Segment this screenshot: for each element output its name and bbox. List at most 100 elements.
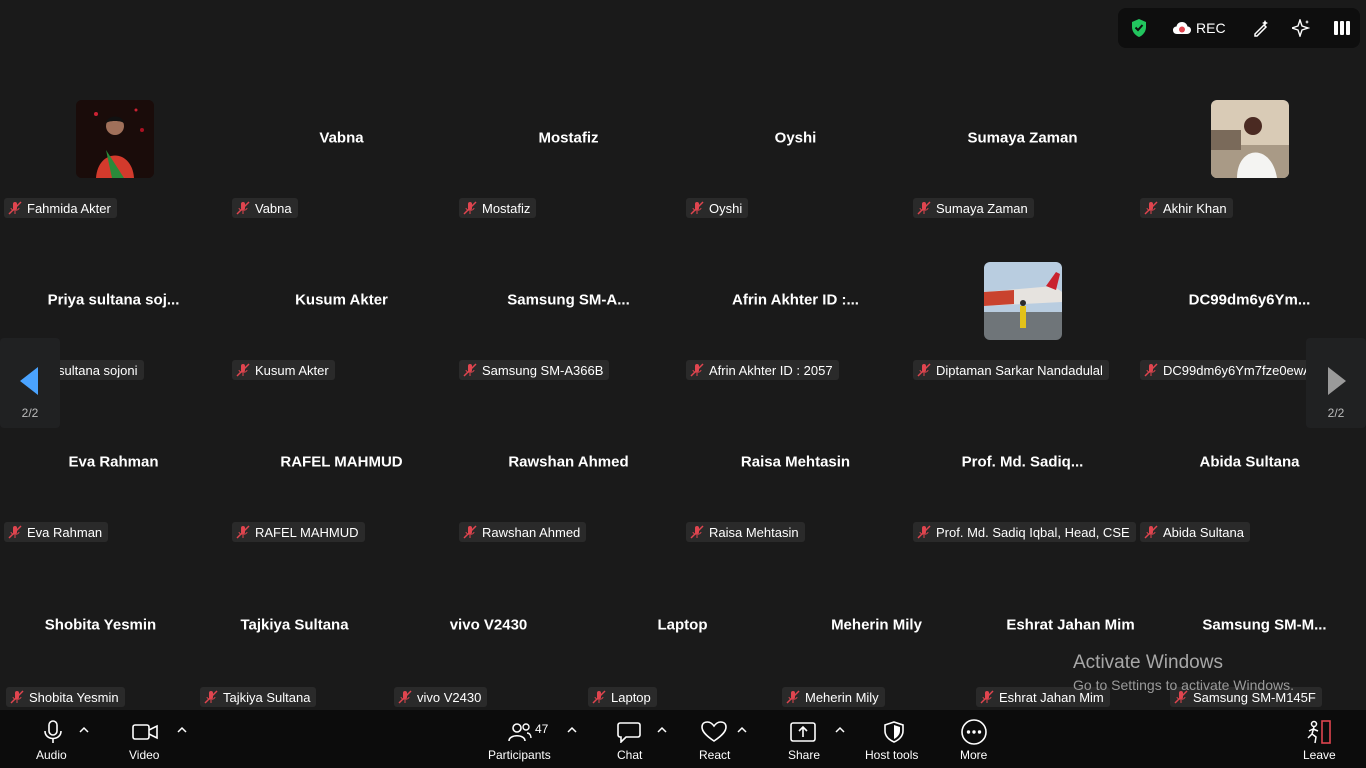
share-label: Share xyxy=(788,748,821,762)
participant-photo xyxy=(76,100,154,178)
camera-icon xyxy=(132,724,158,740)
participant-tile[interactable]: Sumaya Zaman Sumaya Zaman xyxy=(909,90,1136,220)
participant-name-label: Sumaya Zaman xyxy=(913,198,1034,218)
muted-mic-icon xyxy=(463,525,477,539)
participant-tile[interactable]: Kusum Akter Kusum Akter xyxy=(228,252,455,382)
participant-tile[interactable]: Meherin Mily Meherin Mily xyxy=(780,577,973,709)
previous-page-button[interactable]: 2/2 xyxy=(0,338,60,428)
participant-tile[interactable]: vivo V2430 vivo V2430 xyxy=(392,577,585,709)
page-indicator: 2/2 xyxy=(1327,406,1345,420)
ai-companion-icon[interactable] xyxy=(1292,8,1310,48)
participant-name-label: Abida Sultana xyxy=(1140,522,1250,542)
participant-tile[interactable]: Diptaman Sarkar Nandadulal xyxy=(909,252,1136,382)
more-label: More xyxy=(960,748,988,762)
participant-tile[interactable]: Akhir Khan xyxy=(1136,90,1363,220)
chat-options-chevron-icon[interactable] xyxy=(657,726,667,734)
participant-name-label: vivo V2430 xyxy=(394,687,488,707)
share-options-chevron-icon[interactable] xyxy=(835,726,845,734)
participant-name-label: Fahmida Akter xyxy=(4,198,117,218)
participant-display-name: Samsung SM-M... xyxy=(1202,616,1327,634)
participant-display-name: Priya sultana soj... xyxy=(47,291,180,309)
meeting-toolbar: Audio Video 47 Participants Chat React S… xyxy=(0,710,1366,768)
video-button[interactable]: Video xyxy=(125,710,175,768)
muted-mic-icon xyxy=(236,525,250,539)
participant-tile[interactable]: Prof. Md. Sadiq... Prof. Md. Sadiq Iqbal… xyxy=(909,414,1136,544)
participants-label: Participants xyxy=(488,748,551,762)
muted-mic-icon xyxy=(980,690,994,704)
right-arrow-icon xyxy=(1328,367,1346,395)
participant-display-name: Prof. Md. Sadiq... xyxy=(961,453,1084,471)
participant-tile[interactable]: Mostafiz Mostafiz xyxy=(455,90,682,220)
cloud-record-icon xyxy=(1173,22,1191,34)
participant-photo xyxy=(984,262,1062,340)
participant-display-name: Raisa Mehtasin xyxy=(740,453,851,471)
chat-button[interactable]: Chat xyxy=(610,710,650,768)
microphone-icon xyxy=(44,720,62,743)
next-page-button[interactable]: 2/2 xyxy=(1306,338,1366,428)
participant-tile[interactable]: Fahmida Akter xyxy=(0,90,227,220)
participant-tile[interactable]: RAFEL MAHMUD RAFEL MAHMUD xyxy=(228,414,455,544)
participant-name-label: Vabna xyxy=(232,198,298,218)
participant-name-label: Rawshan Ahmed xyxy=(459,522,587,542)
share-button[interactable]: Share xyxy=(785,710,825,768)
chat-bubble-icon xyxy=(617,722,641,743)
participants-button[interactable]: 47 Participants xyxy=(486,710,556,768)
left-arrow-icon xyxy=(20,367,38,395)
participant-tile[interactable]: Afrin Akhter ID :... Afrin Akhter ID : 2… xyxy=(682,252,909,382)
chat-label: Chat xyxy=(617,748,643,762)
participant-display-name: Laptop xyxy=(657,616,708,634)
leave-door-icon xyxy=(1307,720,1331,744)
record-button[interactable]: REC xyxy=(1172,8,1226,48)
react-label: React xyxy=(699,748,731,762)
participant-tile[interactable]: Tajkiya Sultana Tajkiya Sultana xyxy=(198,577,391,709)
participant-display-name: Samsung SM-A... xyxy=(507,291,630,309)
meeting-controls-bar: REC xyxy=(1118,8,1360,48)
participant-display-name: Rawshan Ahmed xyxy=(508,453,629,471)
participant-tile[interactable]: Laptop Laptop xyxy=(586,577,779,709)
participant-display-name: Meherin Mily xyxy=(831,616,922,634)
host-tools-label: Host tools xyxy=(865,748,919,762)
muted-mic-icon xyxy=(8,525,22,539)
host-tools-button[interactable]: Host tools xyxy=(862,710,926,768)
video-label: Video xyxy=(129,748,160,762)
leave-label: Leave xyxy=(1303,748,1336,762)
gallery-view-icon[interactable] xyxy=(1334,8,1350,48)
participant-photo xyxy=(1211,100,1289,178)
muted-mic-icon xyxy=(236,201,250,215)
audio-options-chevron-icon[interactable] xyxy=(79,726,89,734)
participant-tile[interactable]: Raisa Mehtasin Raisa Mehtasin xyxy=(682,414,909,544)
heart-icon xyxy=(701,721,727,742)
participants-options-chevron-icon[interactable] xyxy=(567,726,577,734)
audio-button[interactable]: Audio xyxy=(30,710,80,768)
share-screen-icon xyxy=(790,722,816,742)
participant-tile[interactable]: Vabna Vabna xyxy=(228,90,455,220)
participant-tile[interactable]: Samsung SM-A... Samsung SM-A366B xyxy=(455,252,682,382)
participant-tile[interactable]: Shobita Yesmin Shobita Yesmin xyxy=(4,577,197,709)
more-button[interactable]: More xyxy=(955,710,995,768)
participant-tile[interactable]: Eva Rahman Eva Rahman xyxy=(0,414,227,544)
leave-button[interactable]: Leave xyxy=(1300,710,1340,768)
participant-name-label: Shobita Yesmin xyxy=(6,687,125,707)
muted-mic-icon xyxy=(463,201,477,215)
participant-name-label: Kusum Akter xyxy=(232,360,335,380)
participant-display-name: Afrin Akhter ID :... xyxy=(732,291,859,309)
react-options-chevron-icon[interactable] xyxy=(737,726,747,734)
participants-count: 47 xyxy=(535,722,549,736)
muted-mic-icon xyxy=(690,201,704,215)
participant-name-label: Samsung SM-A366B xyxy=(459,360,610,380)
participant-name-label: Mostafiz xyxy=(459,198,537,218)
participant-tile[interactable]: Oyshi Oyshi xyxy=(682,90,909,220)
shield-icon xyxy=(884,721,904,743)
participant-tile[interactable]: Rawshan Ahmed Rawshan Ahmed xyxy=(455,414,682,544)
muted-mic-icon xyxy=(917,363,931,377)
participant-name-label: Laptop xyxy=(588,687,657,707)
react-button[interactable]: React xyxy=(694,710,734,768)
participant-tile[interactable]: Abida Sultana Abida Sultana xyxy=(1136,414,1363,544)
muted-mic-icon xyxy=(917,525,931,539)
annotate-icon[interactable] xyxy=(1252,8,1270,48)
muted-mic-icon xyxy=(204,690,218,704)
video-options-chevron-icon[interactable] xyxy=(177,726,187,734)
security-shield-icon[interactable] xyxy=(1130,8,1148,48)
participant-display-name: Mostafiz xyxy=(538,129,599,147)
muted-mic-icon xyxy=(398,690,412,704)
